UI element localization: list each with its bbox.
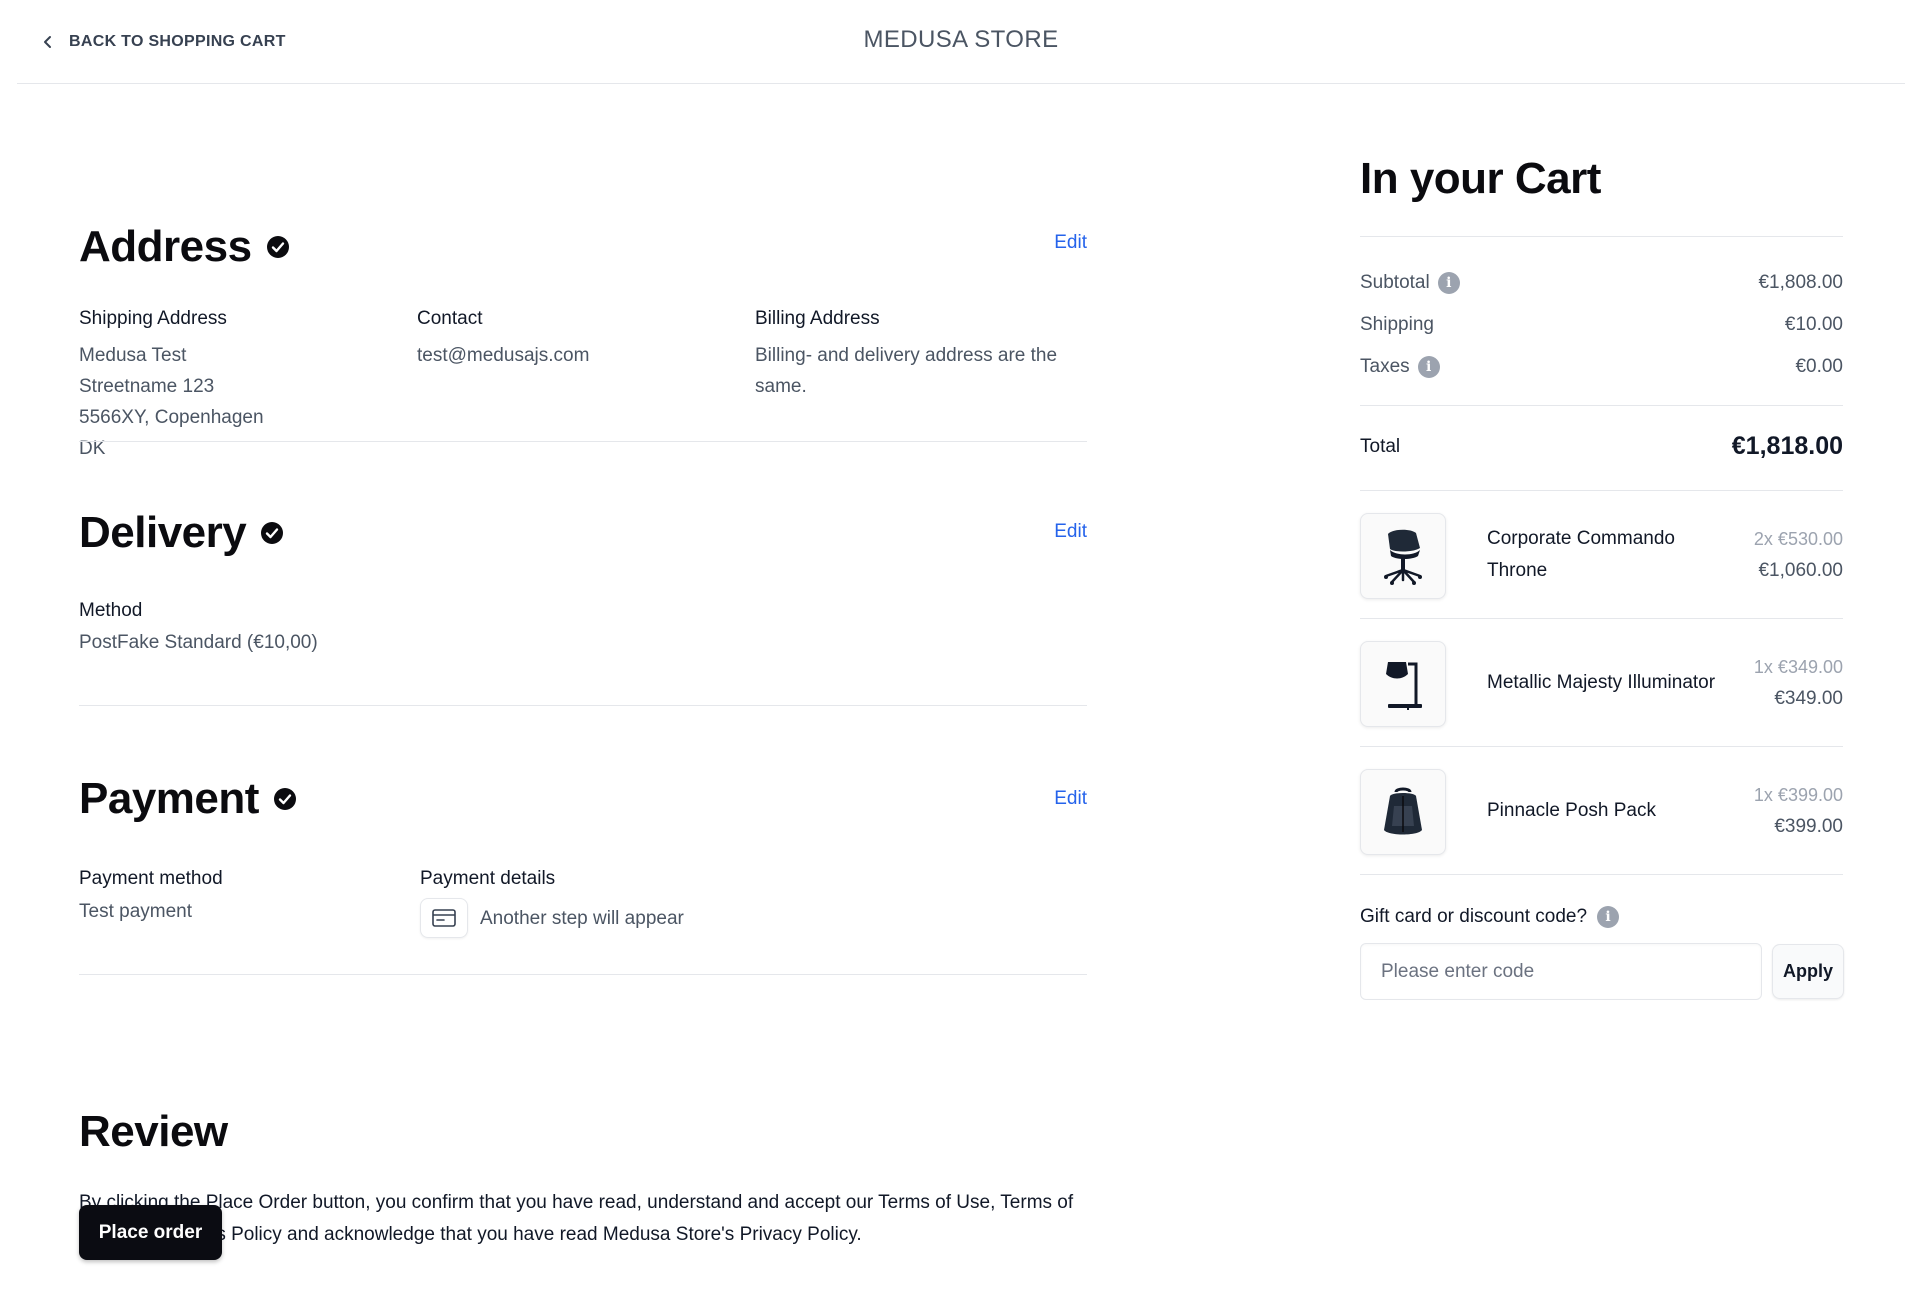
discount-code-input[interactable] bbox=[1360, 943, 1762, 1000]
place-order-button[interactable]: Place order bbox=[79, 1205, 222, 1260]
delivery-method-value: PostFake Standard (€10,00) bbox=[79, 632, 318, 653]
info-icon[interactable]: i bbox=[1437, 272, 1460, 294]
address-section: Address Edit Shipping Address Medusa Tes… bbox=[79, 152, 1087, 459]
top-bar: BACK TO SHOPPING CART MEDUSA STORE bbox=[17, 0, 1905, 84]
cart-divider bbox=[1360, 746, 1843, 747]
subtotal-value: €1,808.00 bbox=[1758, 272, 1843, 293]
contact-label: Contact bbox=[417, 308, 483, 329]
taxes-value: €0.00 bbox=[1795, 356, 1843, 377]
delivery-title: Delivery bbox=[79, 508, 247, 557]
total-row: Total €1,818.00 bbox=[1360, 432, 1843, 461]
cart-divider bbox=[1360, 618, 1843, 619]
contact-email: test@medusajs.com bbox=[417, 345, 590, 366]
shipping-label: Shipping bbox=[1360, 314, 1434, 335]
store-name[interactable]: MEDUSA STORE bbox=[17, 26, 1905, 54]
shipping-line: Medusa Test bbox=[79, 345, 187, 366]
product-thumbnail[interactable] bbox=[1360, 513, 1446, 599]
credit-card-icon bbox=[432, 909, 456, 927]
cart-divider bbox=[1360, 874, 1843, 875]
cart-item-qty-price: 1x €349.00 bbox=[1753, 657, 1843, 677]
credit-card-icon-box bbox=[420, 898, 468, 938]
delivery-heading: Delivery bbox=[79, 508, 284, 558]
backpack-icon bbox=[1384, 787, 1422, 835]
product-thumbnail[interactable] bbox=[1360, 641, 1446, 727]
cart-divider bbox=[1360, 236, 1843, 237]
office-chair-icon bbox=[1384, 529, 1422, 585]
gift-card-label-text: Gift card or discount code? bbox=[1360, 906, 1588, 927]
payment-details-label: Payment details bbox=[420, 868, 556, 889]
address-title: Address bbox=[79, 222, 252, 271]
section-divider bbox=[79, 974, 1087, 975]
shipping-line: DK bbox=[79, 438, 106, 459]
apply-code-button[interactable]: Apply bbox=[1772, 944, 1844, 999]
payment-edit-link[interactable]: Edit bbox=[1054, 788, 1087, 810]
payment-method: Payment method Test payment bbox=[79, 868, 223, 927]
billing-address-label: Billing Address bbox=[755, 308, 880, 329]
cart-item[interactable]: Pinnacle Posh Pack 1x €399.00 €399.00 bbox=[1360, 769, 1843, 897]
cart-item-name[interactable]: Corporate Commando Throne bbox=[1487, 523, 1717, 587]
contact-info: Contact test@medusajs.com bbox=[417, 308, 589, 371]
shipping-value: €10.00 bbox=[1784, 314, 1843, 335]
cart-item[interactable]: Corporate Commando Throne 2x €530.00 €1,… bbox=[1360, 513, 1843, 641]
gift-card-label: Gift card or discount code? i bbox=[1360, 906, 1620, 928]
taxes-row: Taxes i €0.00 bbox=[1360, 356, 1843, 378]
product-thumbnail[interactable] bbox=[1360, 769, 1446, 855]
shipping-row: Shipping €10.00 bbox=[1360, 314, 1843, 336]
cart-item-total: €399.00 bbox=[1774, 816, 1843, 837]
cart-item-name[interactable]: Metallic Majesty Illuminator bbox=[1487, 667, 1717, 699]
payment-title: Payment bbox=[79, 774, 259, 823]
shipping-line: Streetname 123 bbox=[79, 376, 215, 397]
cart-item-total: €1,060.00 bbox=[1758, 560, 1843, 581]
cart-item-name[interactable]: Pinnacle Posh Pack bbox=[1487, 795, 1717, 827]
address-heading: Address bbox=[79, 222, 290, 272]
info-icon[interactable]: i bbox=[1597, 906, 1620, 928]
billing-address: Billing Address Billing- and delivery ad… bbox=[755, 308, 1075, 402]
check-circle-icon bbox=[261, 522, 284, 544]
section-divider bbox=[79, 441, 1087, 442]
payment-method-value: Test payment bbox=[79, 901, 192, 922]
cart-item-qty-price: 1x €399.00 bbox=[1753, 785, 1843, 805]
review-title: Review bbox=[79, 1107, 228, 1156]
shipping-address-label: Shipping Address bbox=[79, 308, 227, 329]
subtotal-row: Subtotal i €1,808.00 bbox=[1360, 272, 1843, 294]
check-circle-icon bbox=[273, 788, 296, 810]
info-icon[interactable]: i bbox=[1417, 356, 1440, 378]
taxes-label: Taxes bbox=[1360, 356, 1410, 377]
delivery-method-label: Method bbox=[79, 600, 143, 621]
delivery-edit-link[interactable]: Edit bbox=[1054, 521, 1087, 543]
section-divider bbox=[79, 705, 1087, 706]
cart-item-total: €349.00 bbox=[1774, 688, 1843, 709]
subtotal-label: Subtotal bbox=[1360, 272, 1430, 293]
billing-address-text: Billing- and delivery address are the sa… bbox=[755, 345, 1058, 397]
shipping-line: 5566XY, Copenhagen bbox=[79, 407, 264, 428]
review-terms-text: By clicking the Place Order button, you … bbox=[79, 1192, 1074, 1245]
payment-details-value: Another step will appear bbox=[480, 907, 684, 929]
payment-details: Payment details Another step will appear bbox=[420, 868, 684, 938]
cart-item-qty-price: 2x €530.00 bbox=[1753, 529, 1843, 549]
cart-item[interactable]: Metallic Majesty Illuminator 1x €349.00 … bbox=[1360, 641, 1843, 769]
payment-method-label: Payment method bbox=[79, 868, 223, 889]
total-label: Total bbox=[1360, 435, 1401, 457]
cart-divider bbox=[1360, 405, 1843, 406]
payment-heading: Payment bbox=[79, 774, 297, 824]
cart-title: In your Cart bbox=[1360, 154, 1601, 203]
check-circle-icon bbox=[266, 236, 289, 258]
desk-lamp-icon bbox=[1386, 662, 1422, 710]
cart-divider bbox=[1360, 490, 1843, 491]
address-edit-link[interactable]: Edit bbox=[1054, 232, 1087, 254]
total-value: €1,818.00 bbox=[1731, 432, 1843, 460]
